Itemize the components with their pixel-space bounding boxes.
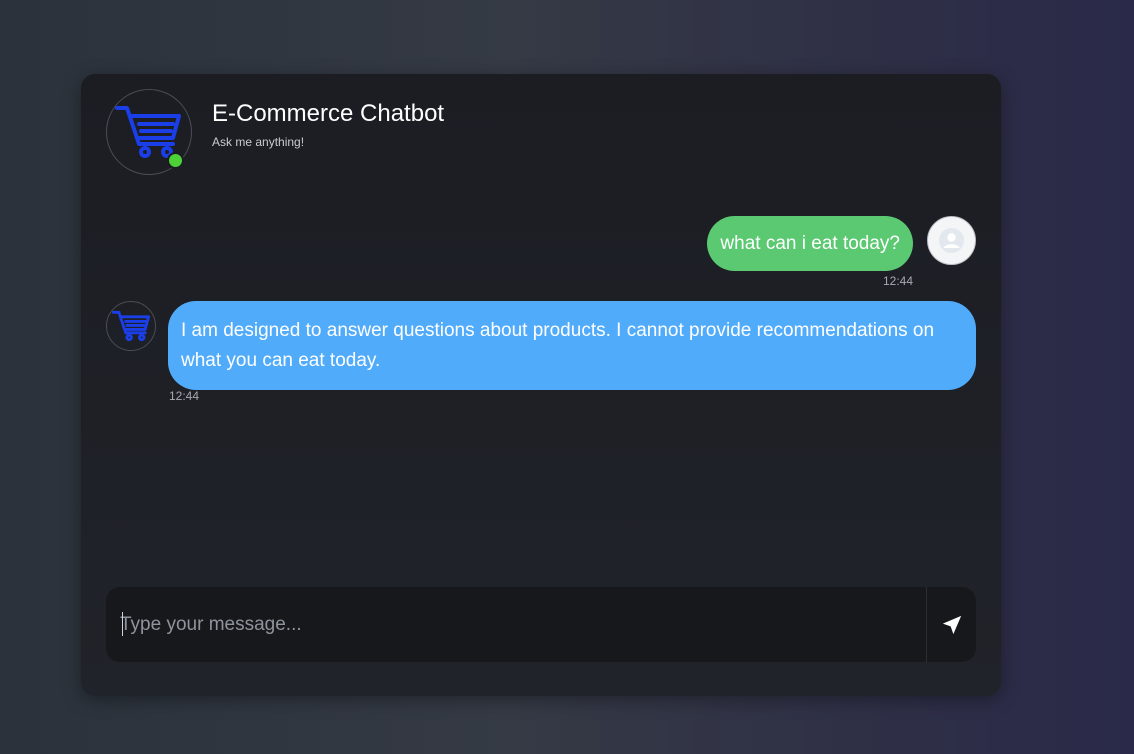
user-icon xyxy=(939,228,964,253)
online-status-dot xyxy=(167,152,184,169)
bot-message-avatar xyxy=(106,301,156,351)
message-composer xyxy=(106,587,976,662)
bot-avatar xyxy=(106,89,192,175)
send-icon xyxy=(942,615,962,634)
user-avatar xyxy=(927,216,976,265)
send-button[interactable] xyxy=(928,587,976,662)
chat-window: E-Commerce Chatbot Ask me anything! what… xyxy=(81,74,1001,696)
message-input[interactable] xyxy=(106,587,927,662)
bot-message-time: 12:44 xyxy=(169,389,200,403)
user-message-time: 12:44 xyxy=(882,274,913,288)
shopping-cart-icon xyxy=(112,310,150,342)
text-cursor xyxy=(122,612,123,636)
chat-subtitle: Ask me anything! xyxy=(212,135,305,149)
user-message-bubble: what can i eat today? xyxy=(707,216,913,271)
chat-title: E-Commerce Chatbot xyxy=(212,100,445,127)
bot-message-bubble: I am designed to answer questions about … xyxy=(168,301,976,390)
